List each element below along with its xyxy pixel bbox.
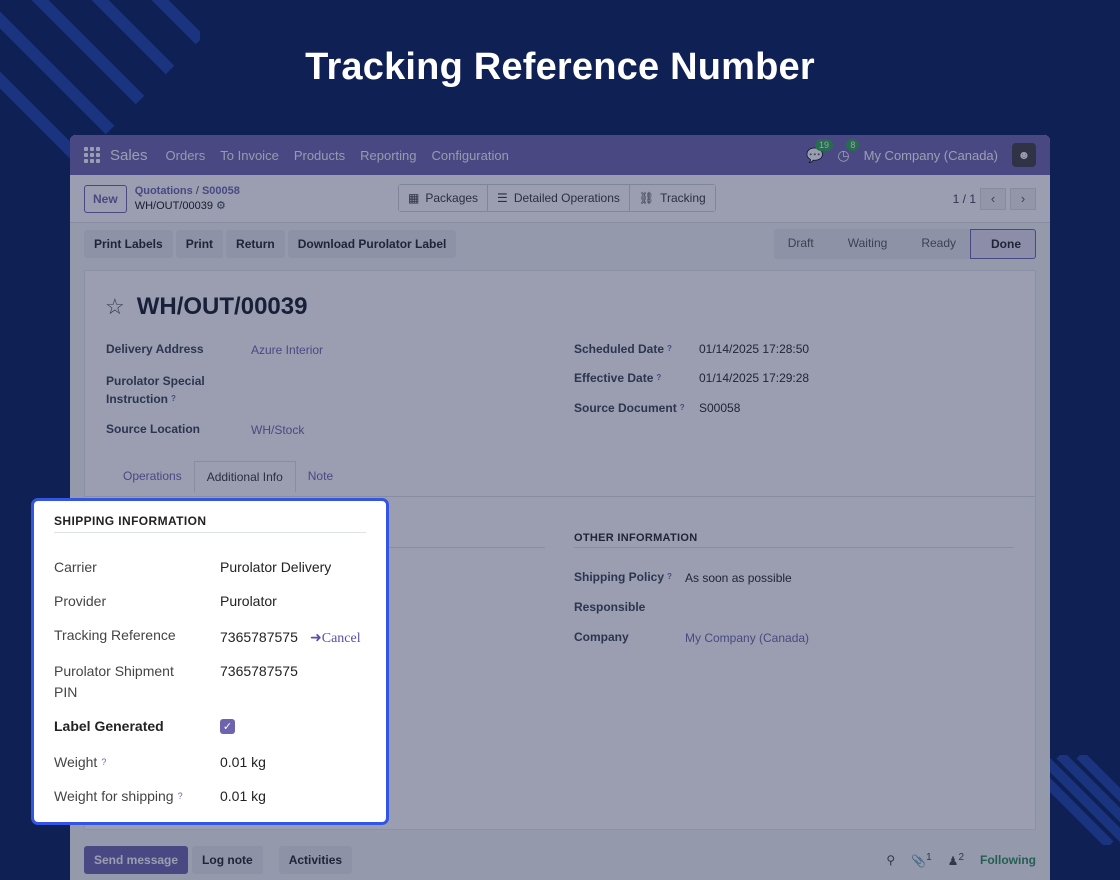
shipment-pin-value: 7365787575 [220,663,298,679]
cancel-label: Cancel [321,631,361,646]
weight-label: Weight? [54,754,107,770]
label-generated-checkbox[interactable]: ✓ [220,719,235,734]
shipping-information-title: SHIPPING INFORMATION [54,514,207,528]
provider-label: Provider [54,593,107,609]
provider-value: Purolator [220,593,277,609]
decorative-stripes-bottom [1040,755,1120,845]
arrow-right-icon: ➜ [310,631,322,646]
carrier-value[interactable]: Purolator Delivery [220,557,331,578]
label-generated-label: Label Generated [54,718,164,734]
weight-for-shipping-value: 0.01 kg [220,788,266,804]
banner-title: Tracking Reference Number [305,46,815,88]
tracking-reference-label: Tracking Reference [54,627,176,643]
tracking-reference-value: 7365787575 [220,629,298,645]
shipping-information-divider [54,532,366,533]
weight-for-shipping-label: Weight for shipping? [54,788,183,804]
shipping-information-highlight: SHIPPING INFORMATION Carrier Purolator D… [31,498,389,825]
cancel-tracking-link[interactable]: ➜Cancel [310,628,361,649]
weight-value[interactable]: 0.01 kg [220,752,266,773]
carrier-label: Carrier [54,559,97,575]
shipment-pin-label: Purolator Shipment PIN [54,663,174,700]
